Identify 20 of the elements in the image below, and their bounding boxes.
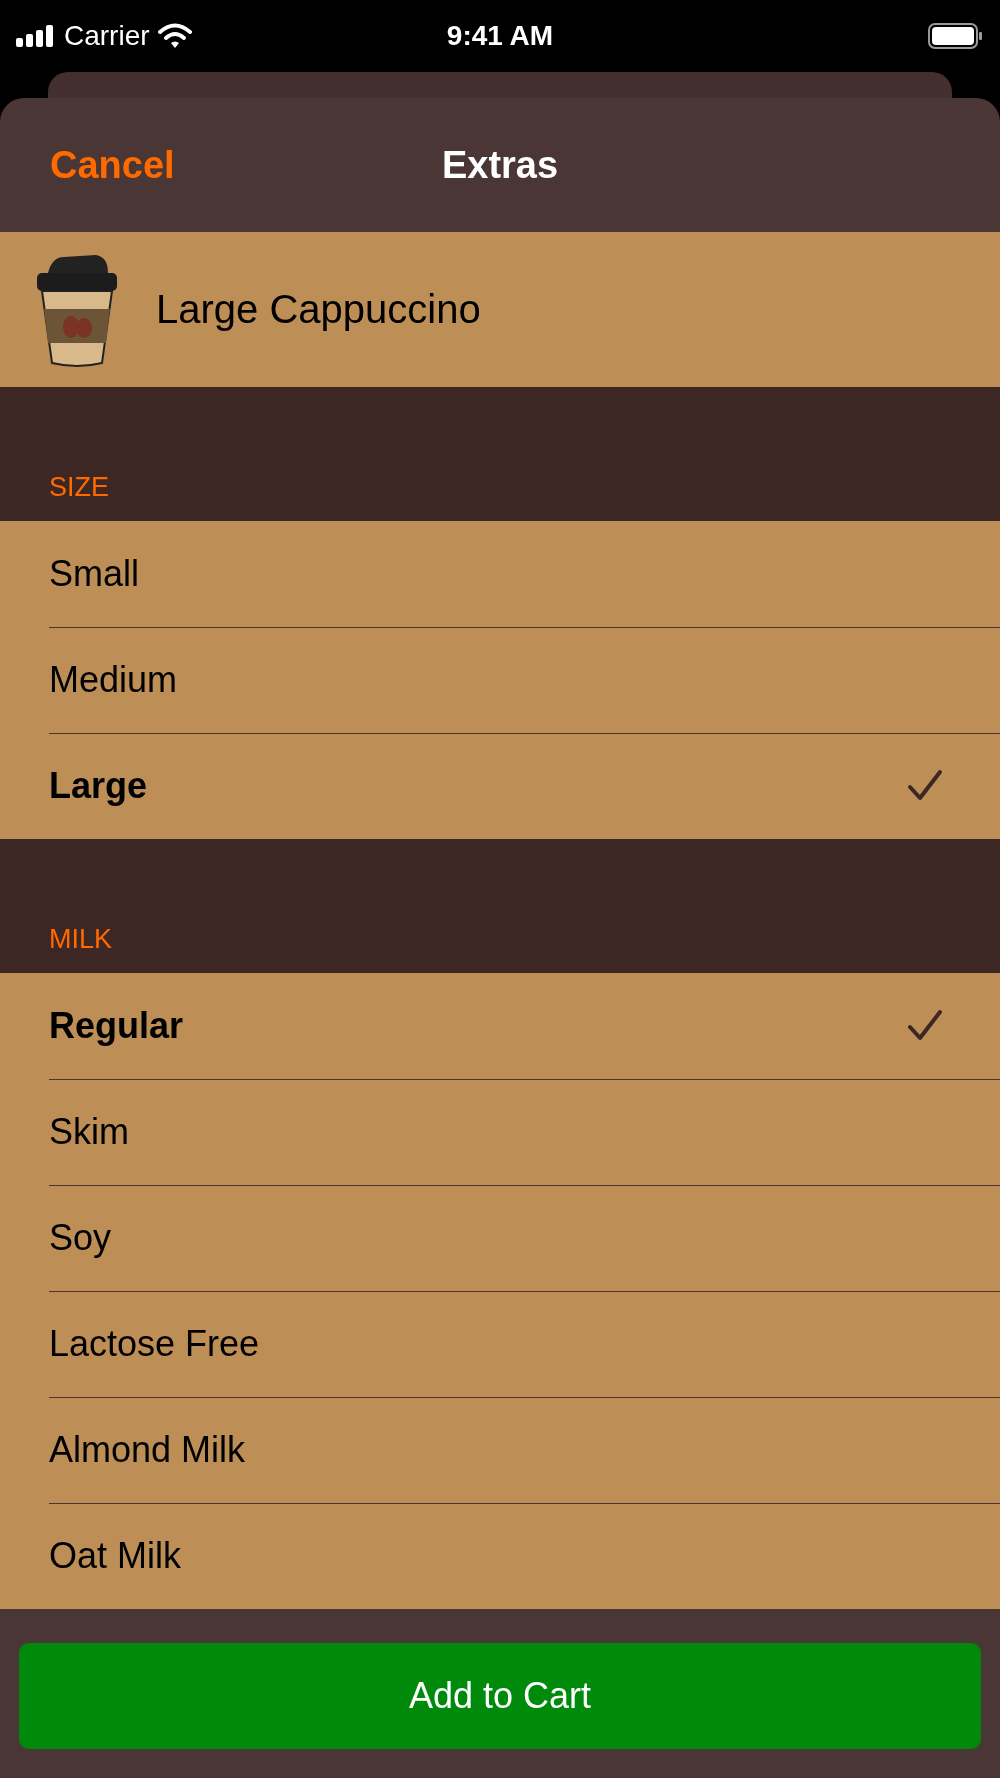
signal-icon [16,25,56,47]
option-row[interactable]: Large [0,733,1000,839]
clock-time: 9:41 AM [446,20,554,51]
add-to-cart-button[interactable]: Add to Cart [19,1643,981,1749]
wifi-icon [157,23,192,49]
nav-title: Extras [441,143,559,187]
carrier-label: Carrier [64,20,150,52]
option-row[interactable]: Soy [0,1185,1000,1291]
cancel-button[interactable]: Cancel [50,143,175,187]
option-row[interactable]: Oat Milk [0,1503,1000,1609]
product-name: Large Cappuccino [156,287,481,332]
option-row[interactable]: Regular [0,973,1000,1079]
option-row[interactable]: Small [0,521,1000,627]
battery-icon [928,23,984,49]
option-row[interactable]: Medium [0,627,1000,733]
option-row[interactable]: Skim [0,1079,1000,1185]
section-header: MILK [49,924,113,955]
option-row[interactable]: Almond Milk [0,1397,1000,1503]
section-header: SIZE [49,472,109,503]
option-row[interactable]: Lactose Free [0,1291,1000,1397]
